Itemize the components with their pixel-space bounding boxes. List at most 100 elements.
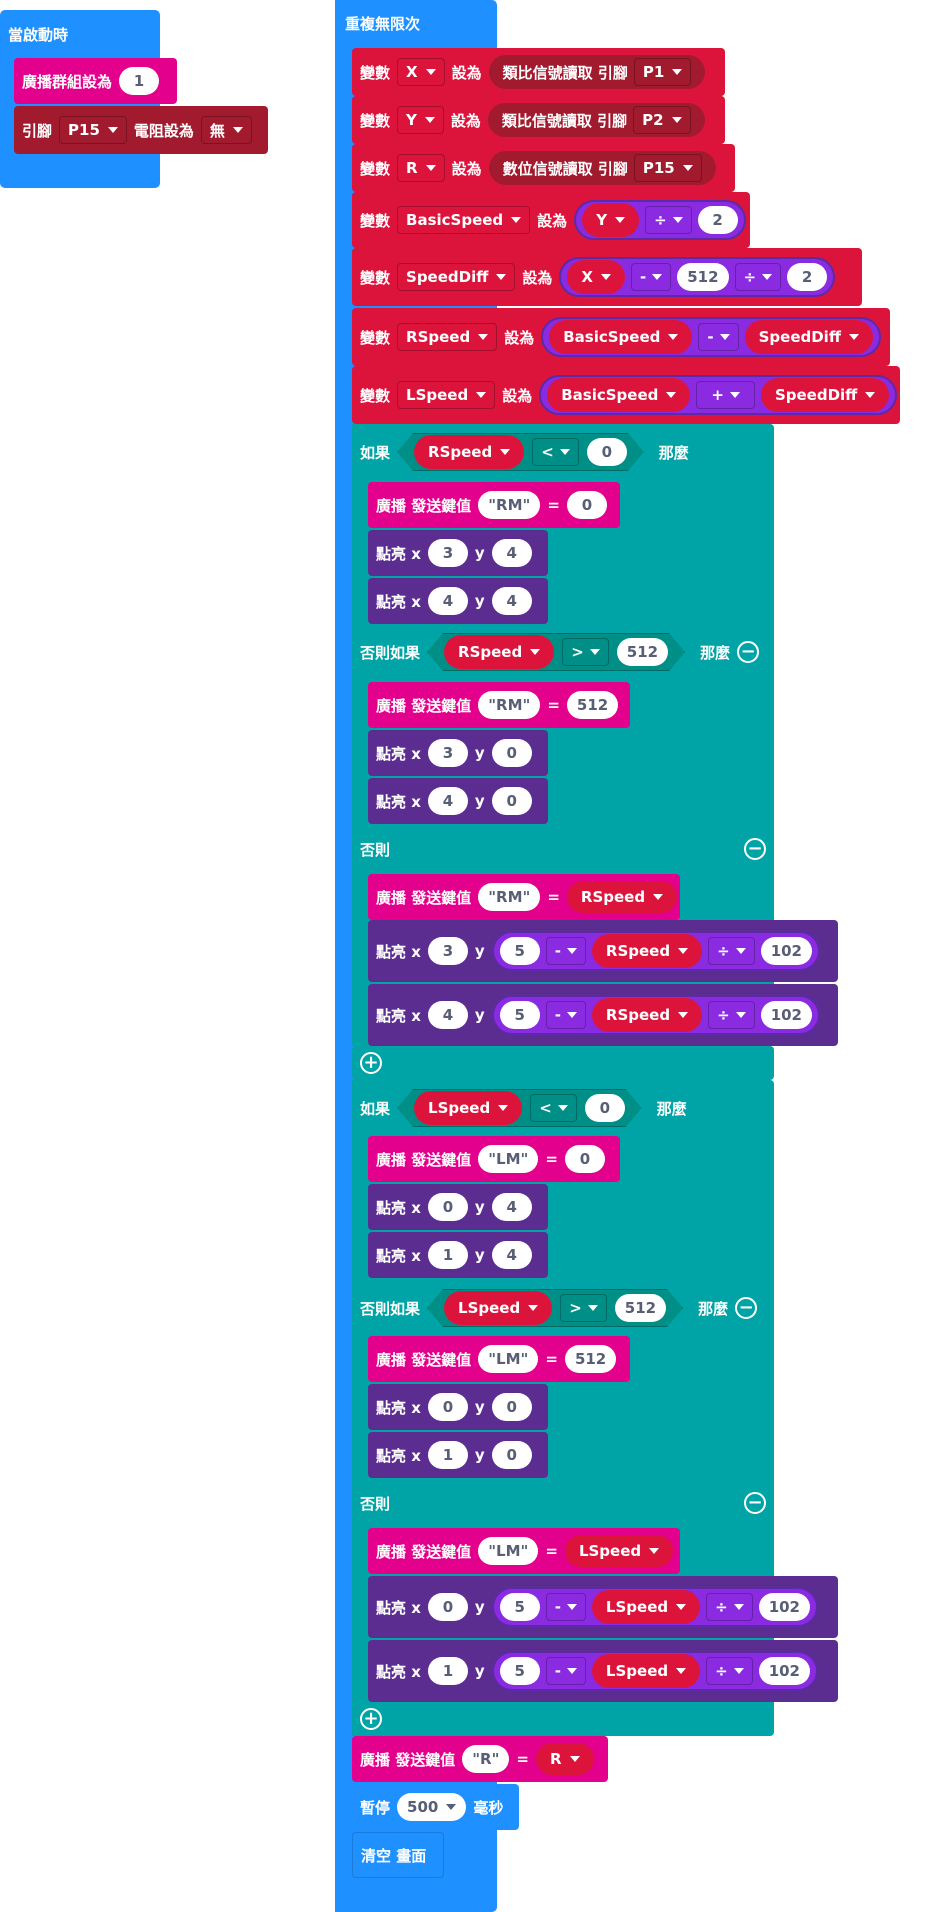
plot-block[interactable]: 點亮 x 0 y 5 - LSpeed ÷ 102: [368, 1576, 838, 1638]
var-reporter-rspeed[interactable]: RSpeed: [591, 998, 703, 1032]
var-reporter-rspeed[interactable]: RSpeed: [444, 635, 554, 669]
if-rspeed-header[interactable]: 如果 RSpeed < 0 那麼: [352, 424, 774, 480]
send-value-block[interactable]: 廣播 發送鍵值 "RM" = 512: [368, 682, 630, 728]
compare-dropdown[interactable]: <: [532, 438, 579, 466]
pin-dropdown[interactable]: P15: [59, 116, 127, 144]
operator-dropdown[interactable]: -: [630, 263, 672, 291]
else-rspeed-header[interactable]: 否則 −: [352, 824, 774, 874]
number-input[interactable]: 2: [697, 206, 738, 234]
compare-dropdown[interactable]: <: [530, 1094, 577, 1122]
y-input[interactable]: 4: [491, 587, 532, 615]
compare-expression[interactable]: LSpeed < 0: [397, 1089, 642, 1127]
operator-dropdown[interactable]: -: [545, 1001, 586, 1029]
send-value-block[interactable]: 廣播 發送鍵值 "LM" = 512: [368, 1336, 630, 1382]
operator-dropdown[interactable]: ÷: [706, 1593, 753, 1621]
plot-block[interactable]: 點亮 x 4 y 4: [368, 578, 548, 624]
set-var-rspeed-block[interactable]: 變數 RSpeed 設為 BasicSpeed - SpeedDiff: [352, 308, 890, 366]
minus-expression[interactable]: BasicSpeed - SpeedDiff: [541, 317, 881, 357]
compare-expression[interactable]: RSpeed < 0: [397, 433, 644, 471]
number-input[interactable]: 0: [585, 1094, 625, 1122]
plot-block[interactable]: 點亮 x 0 y 0: [368, 1384, 548, 1430]
set-var-speeddiff-block[interactable]: 變數 SpeedDiff 設為 X - 512 ÷ 2: [352, 248, 862, 306]
var-reporter-x[interactable]: X: [567, 260, 625, 294]
remove-branch-icon[interactable]: −: [735, 1297, 758, 1319]
plot-block[interactable]: 點亮 x 4 y 5 - RSpeed ÷ 102: [368, 984, 838, 1046]
radio-group-value[interactable]: 1: [119, 67, 160, 95]
y-input[interactable]: 4: [491, 539, 532, 567]
number-input[interactable]: 0: [587, 438, 627, 466]
digital-read-reporter[interactable]: 數位信號讀取 引腳 P15: [488, 151, 716, 185]
x-input[interactable]: 0: [427, 1193, 468, 1221]
y-expression[interactable]: 5 - LSpeed ÷ 102: [491, 1587, 818, 1627]
operator-dropdown[interactable]: +: [696, 381, 755, 409]
x-input[interactable]: 3: [427, 739, 468, 767]
send-value-block[interactable]: 廣播 發送鍵值 "LM" = LSpeed: [368, 1528, 680, 1574]
pause-block[interactable]: 暫停 500 毫秒: [352, 1784, 519, 1830]
number-input[interactable]: 102: [760, 1001, 812, 1029]
var-reporter-basicspeed[interactable]: BasicSpeed: [549, 320, 693, 354]
number-input[interactable]: 0: [566, 491, 607, 519]
number-input[interactable]: 0: [564, 1145, 605, 1173]
operator-dropdown[interactable]: -: [545, 937, 586, 965]
analog-read-reporter[interactable]: 類比信號讀取 引腳 P2: [487, 103, 705, 137]
number-input[interactable]: 512: [566, 691, 619, 719]
plot-block[interactable]: 點亮 x 1 y 4: [368, 1232, 548, 1278]
key-input[interactable]: "LM": [478, 1345, 539, 1373]
add-branch-icon[interactable]: +: [360, 1052, 382, 1074]
var-reporter-rspeed[interactable]: RSpeed: [591, 934, 703, 968]
set-var-r-block[interactable]: 變數 R 設為 數位信號讀取 引腳 P15: [352, 144, 735, 192]
x-input[interactable]: 4: [427, 1001, 468, 1029]
y-expression[interactable]: 5 - RSpeed ÷ 102: [491, 995, 820, 1035]
operator-dropdown[interactable]: ÷: [734, 263, 782, 291]
x-input[interactable]: 0: [427, 1593, 468, 1621]
var-reporter-speeddiff[interactable]: SpeedDiff: [760, 378, 890, 412]
plot-block[interactable]: 點亮 x 0 y 4: [368, 1184, 548, 1230]
plot-block[interactable]: 點亮 x 3 y 0: [368, 730, 548, 776]
analog-read-reporter[interactable]: 類比信號讀取 引腳 P1: [488, 55, 706, 89]
var-reporter-rspeed[interactable]: RSpeed: [566, 881, 678, 913]
compare-expression[interactable]: LSpeed > 512: [427, 1289, 683, 1327]
var-reporter-speeddiff[interactable]: SpeedDiff: [744, 320, 873, 354]
y-input[interactable]: 0: [491, 787, 532, 815]
var-reporter-lspeed[interactable]: LSpeed: [414, 1091, 522, 1125]
elseif-rspeed-header[interactable]: 否則如果 RSpeed > 512 那麼 −: [352, 624, 774, 680]
key-input[interactable]: "RM": [478, 883, 541, 911]
var-dropdown-basicspeed[interactable]: BasicSpeed: [397, 206, 531, 234]
x-input[interactable]: 3: [427, 937, 468, 965]
var-reporter-basicspeed[interactable]: BasicSpeed: [547, 378, 691, 412]
var-reporter-y[interactable]: Y: [582, 203, 640, 237]
x-input[interactable]: 4: [427, 787, 468, 815]
number-input[interactable]: 5: [499, 1001, 540, 1029]
var-dropdown-lspeed[interactable]: LSpeed: [397, 381, 496, 409]
set-var-y-block[interactable]: 變數 Y 設為 類比信號讀取 引腳 P2: [352, 96, 725, 144]
number-input[interactable]: 512: [617, 638, 668, 666]
number-input[interactable]: 512: [677, 263, 729, 291]
plus-expression[interactable]: BasicSpeed + SpeedDiff: [539, 375, 898, 415]
divide-expression[interactable]: Y ÷ 2: [574, 200, 746, 240]
var-reporter-lspeed[interactable]: LSpeed: [444, 1291, 552, 1325]
y-input[interactable]: 4: [491, 1193, 532, 1221]
plot-block[interactable]: 點亮 x 1 y 5 - LSpeed ÷ 102: [368, 1640, 838, 1702]
x-input[interactable]: 3: [427, 539, 468, 567]
var-reporter-lspeed[interactable]: LSpeed: [591, 1590, 701, 1624]
elseif-lspeed-header[interactable]: 否則如果 LSpeed > 512 那麼 −: [352, 1280, 774, 1336]
number-input[interactable]: 102: [760, 937, 812, 965]
var-dropdown-y[interactable]: Y: [397, 106, 444, 134]
set-pull-pin-block[interactable]: 引腳 P15 電阻設為 無: [14, 106, 268, 154]
if-rspeed-footer[interactable]: +: [352, 1046, 774, 1080]
plot-block[interactable]: 點亮 x 3 y 4: [368, 530, 548, 576]
y-input[interactable]: 0: [491, 1393, 532, 1421]
remove-branch-icon[interactable]: −: [737, 641, 760, 663]
number-input[interactable]: 2: [787, 263, 828, 291]
x-input[interactable]: 0: [427, 1393, 468, 1421]
clear-screen-block[interactable]: 清空 畫面: [352, 1832, 444, 1878]
pause-ms-dropdown[interactable]: 500: [397, 1793, 467, 1821]
operator-dropdown[interactable]: -: [698, 323, 739, 351]
pin-dropdown-p2[interactable]: P2: [633, 106, 691, 134]
y-input[interactable]: 4: [491, 1241, 532, 1269]
var-dropdown-rspeed[interactable]: RSpeed: [397, 323, 498, 351]
resistor-dropdown[interactable]: 無: [200, 116, 252, 144]
remove-branch-icon[interactable]: −: [744, 1492, 766, 1514]
var-dropdown-speeddiff[interactable]: SpeedDiff: [397, 263, 516, 291]
var-reporter-lspeed[interactable]: LSpeed: [564, 1535, 674, 1567]
